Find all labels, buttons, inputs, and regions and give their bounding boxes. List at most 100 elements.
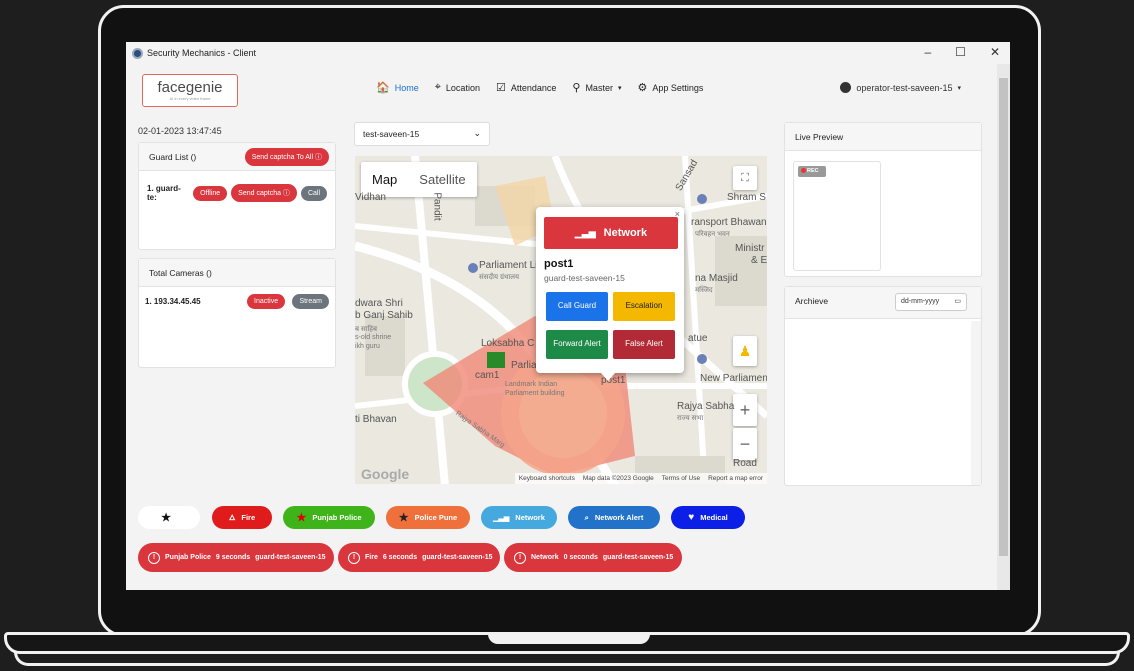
maximize-button[interactable]: ☐ [955,45,966,59]
stream-button[interactable]: Stream [292,294,329,309]
map-label: Pandit [431,192,443,221]
close-window-button[interactable]: ✕ [990,45,1000,59]
map-label: संसदीय ग्रंथालय [479,274,520,281]
terms-link[interactable]: Terms of Use [662,475,700,482]
legend-punjab-police[interactable]: ★ Punjab Police [283,506,375,529]
nav-master[interactable]: ⚲ Master ▾ [572,81,621,94]
map-label: b Ganj Sahib [355,310,413,321]
map-label: Vidhan [355,192,386,203]
zoom-in-button[interactable]: + [733,394,757,426]
nav-app-settings[interactable]: ⚙ App Settings [637,81,703,94]
popup-arrow [601,373,615,381]
nav-location[interactable]: ⌖ Location [435,81,480,94]
guard-status-badge: Offline [193,185,228,201]
map-label: Ministr [735,243,765,254]
map-label: ti Bhavan [355,414,397,425]
datetime: 02-01-2023 13:47:45 [138,126,222,136]
title-bar: Security Mechanics - Client – ☐ ✕ [126,42,1010,64]
signal-icon: ▁▃▅ [493,514,510,522]
guard-list-title: Guard List () [149,152,197,162]
map-label: Landmark Indian [505,381,558,388]
call-button[interactable]: Call [300,185,327,201]
map-label: dwara Shri [355,298,403,309]
camera-status-badge: Inactive [247,294,286,309]
laptop-notch [488,632,650,644]
forward-alert-button[interactable]: Forward Alert [546,330,608,359]
star-icon: ★ [398,512,409,524]
archive-title: Archieve [795,296,829,306]
map-label: New Parliamen [700,373,767,384]
alert-chip[interactable]: ! Punjab Police 9 seconds guard-test-sav… [138,543,334,572]
minimize-button[interactable]: – [924,45,931,59]
home-icon: 🏠 [376,82,390,94]
calendar-check-icon: ☑ [495,82,506,94]
zoom-out-button[interactable]: − [733,428,757,460]
keyboard-shortcuts-link[interactable]: Keyboard shortcuts [519,475,575,482]
map-label: & E [751,255,767,266]
map-label: s-old shrine [355,334,392,341]
user-icon: ⚲ [572,82,581,94]
map-label: Loksabha C [481,338,535,349]
chevron-down-icon: ▾ [617,84,622,92]
video-tile[interactable]: REC [793,161,881,271]
map-label: ब साहिब [355,326,378,333]
guard-list-header: Guard List () Send captcha To All ⓘ [139,143,335,171]
pegman-icon[interactable]: ♟ [733,336,757,366]
live-preview-header: Live Preview [785,123,981,151]
guard-list-card: Guard List () Send captcha To All ⓘ 1. g… [138,142,336,250]
cameras-header: Total Cameras () [139,259,335,287]
popup-subtitle: guard-test-saveen-15 [544,273,625,283]
window-title: Security Mechanics - Client [147,48,257,58]
main-nav: 🏠 Home ⌖ Location ☑ Attendance ⚲ Master … [376,81,703,94]
legend-medical[interactable]: ♥ Medical [671,506,745,529]
location-select[interactable]: test-saveen-15 ⌄ [354,122,490,146]
map-label: atue [688,333,708,344]
laptop-base-bottom [14,652,1120,666]
logo-text: facegenie [157,79,223,96]
popup-title: post1 [544,258,574,270]
star-icon: ★ [296,512,307,524]
map-data-text: Map data ©2023 Google [582,475,654,482]
account-icon [840,82,852,93]
send-captcha-button[interactable]: Send captcha ⓘ [231,184,297,202]
camera-marker-label: cam1 [475,370,500,381]
legend-fire[interactable]: 🜂 Fire [212,506,272,529]
scrollbar[interactable] [997,64,1010,590]
legend-default[interactable]: ★ [138,506,200,529]
map-label: ikh guru [355,343,380,350]
username: operator-test-saveen-15 [856,82,953,93]
window-controls: – ☐ ✕ [924,45,1000,59]
info-icon: ! [148,551,160,564]
rec-badge: REC [798,166,826,177]
map-label: Shram S [727,192,766,203]
fullscreen-button[interactable]: ⛶ [733,166,757,190]
send-captcha-all-button[interactable]: Send captcha To All ⓘ [244,148,329,166]
report-error-link[interactable]: Report a map error [708,475,763,482]
false-alert-button[interactable]: False Alert [613,330,675,359]
cameras-card: Total Cameras () 1. 193.34.45.45 Inactiv… [138,258,336,368]
map-label: na Masjid [695,273,738,284]
map-label: Rajya Sabha [677,401,735,412]
map-label: Parliament building [505,390,565,397]
call-guard-button[interactable]: Call Guard [546,292,608,321]
escalation-button[interactable]: Escalation [613,292,675,321]
cameras-title: Total Cameras () [149,268,212,278]
alert-chip[interactable]: ! Fire 6 seconds guard-test-saveen-15 [338,543,500,572]
map-label: Road [733,458,757,469]
legend-network-alert[interactable]: ⌕ Network Alert [568,506,660,529]
archive-scrollbar[interactable] [971,321,981,485]
facegenie-logo[interactable]: facegenie AI in every video frame [142,74,238,107]
chevron-down-icon: ⌄ [473,128,481,138]
nav-attendance[interactable]: ☑ Attendance [496,81,556,94]
nav-home[interactable]: 🏠 Home [376,81,419,94]
legend-police-pune[interactable]: ★ Police Pune [386,506,470,529]
logo-tagline: AI in every video frame [169,96,211,101]
info-icon: ! [348,551,360,564]
archive-date-input[interactable]: dd-mm-yyyy ▭ [895,293,967,311]
alert-popup: × ▁▃▅ Network post1 guard-test-saveen-15… [536,207,684,373]
alert-banner: ▁▃▅ Network [544,217,678,249]
location-pin-icon: ⌖ [434,81,441,93]
user-menu[interactable]: operator-test-saveen-15 ▾ [840,82,961,93]
legend-network[interactable]: ▁▃▅ Network [481,506,557,529]
alert-chip[interactable]: ! Network 0 seconds guard-test-saveen-15 [504,543,682,572]
